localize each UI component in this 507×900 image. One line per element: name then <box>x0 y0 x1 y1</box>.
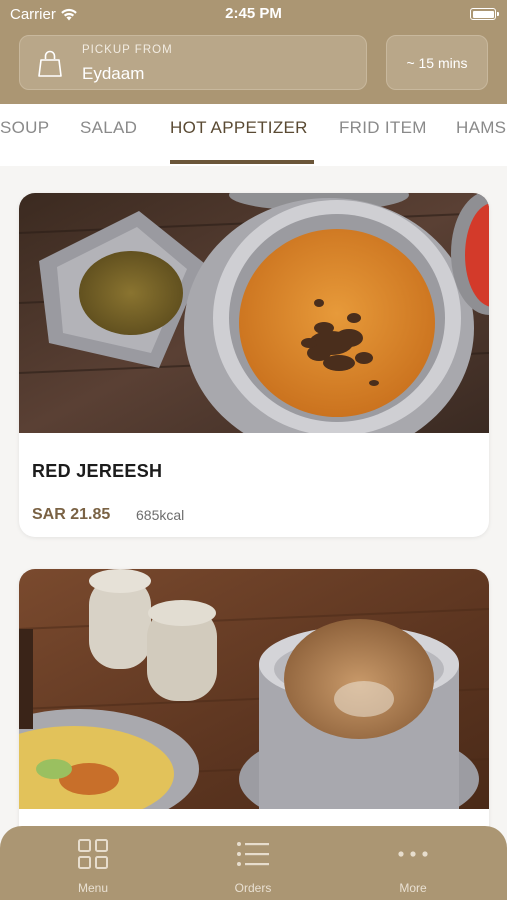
red-jereesh-photo <box>19 193 489 433</box>
tabbar-item-menu[interactable]: Menu <box>43 838 143 895</box>
clock: 2:45 PM <box>225 5 282 22</box>
tabbar-item-orders[interactable]: Orders <box>203 838 303 895</box>
battery-icon <box>470 8 499 20</box>
bottom-tab-bar: Menu Orders More <box>0 826 507 900</box>
menu-item-photo <box>19 569 489 809</box>
tabbar-label-orders: Orders <box>234 881 272 895</box>
tab-salad[interactable]: SALAD <box>80 118 137 138</box>
jereesh-pot-photo <box>19 569 489 809</box>
category-tabs: SOUP SALAD HOT APPETIZER FRID ITEM HAMS <box>0 104 507 166</box>
more-dots-icon <box>398 851 428 857</box>
pickup-location-selector[interactable]: PICKUP FROM Eydaam <box>19 35 367 90</box>
shopping-bag-icon <box>38 50 62 77</box>
active-tab-indicator <box>170 160 314 164</box>
list-icon <box>237 842 269 866</box>
menu-item-card[interactable]: RED JEREESH SAR 21.85 685kcal <box>19 193 489 537</box>
pickup-label: PICKUP FROM <box>82 44 173 56</box>
status-bar: Carrier 2:45 PM <box>0 0 507 28</box>
tab-hot-appetizer[interactable]: HOT APPETIZER <box>170 118 308 138</box>
menu-item-calories: 685kcal <box>136 507 185 523</box>
tab-hams[interactable]: HAMS <box>456 118 506 138</box>
menu-item-photo <box>19 193 489 433</box>
tabbar-item-more[interactable]: More <box>363 838 463 895</box>
menu-list[interactable]: RED JEREESH SAR 21.85 685kcal <box>0 166 507 900</box>
pickup-location-name: Eydaam <box>82 64 145 83</box>
app-header: Carrier 2:45 PM PICKUP FROM Eydaam ~ 15 … <box>0 0 507 104</box>
tabbar-label-menu: Menu <box>77 881 109 895</box>
tabbar-label-more: More <box>399 881 427 895</box>
menu-item-price: SAR 21.85 <box>32 506 111 523</box>
tab-frid-item[interactable]: FRID ITEM <box>339 118 427 138</box>
tab-soup[interactable]: SOUP <box>0 118 49 138</box>
menu-item-name: RED JEREESH <box>32 461 163 481</box>
eta-button[interactable]: ~ 15 mins <box>386 35 488 90</box>
grid-icon <box>78 839 108 869</box>
